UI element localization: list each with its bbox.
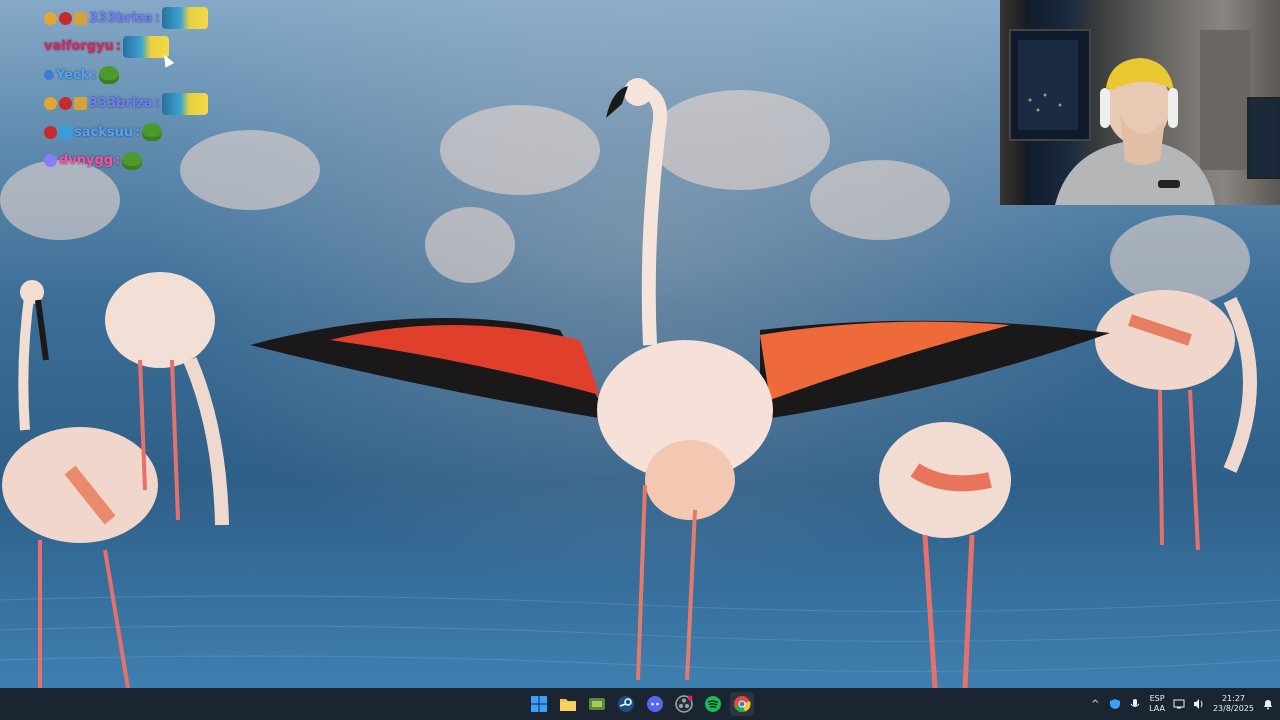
discord-icon bbox=[647, 696, 663, 712]
clock-date: 23/8/2025 bbox=[1212, 704, 1254, 713]
file-explorer-button[interactable] bbox=[556, 692, 580, 716]
chat-message: 333briza: bbox=[44, 4, 244, 33]
frog-emote-icon bbox=[122, 151, 143, 170]
chat-separator: : bbox=[91, 67, 97, 83]
obs-button[interactable] bbox=[672, 692, 696, 716]
spotify-button[interactable] bbox=[701, 692, 725, 716]
frog-emote-icon bbox=[98, 66, 119, 85]
badge-icon bbox=[74, 11, 87, 25]
chat-message: sacksuu: bbox=[44, 118, 244, 147]
folder-icon bbox=[560, 699, 576, 711]
chat-separator: : bbox=[154, 96, 160, 112]
badge-icon bbox=[44, 125, 57, 139]
badge-icon bbox=[59, 125, 72, 139]
discord-button[interactable] bbox=[643, 692, 667, 716]
chat-username: 333briza bbox=[89, 10, 153, 26]
chat-username: sacksuu bbox=[74, 124, 134, 140]
badge-icon bbox=[59, 11, 72, 25]
frog-emote-icon bbox=[142, 123, 163, 142]
spotify-icon bbox=[705, 696, 721, 712]
network-icon[interactable] bbox=[1173, 698, 1185, 710]
obs-icon bbox=[675, 695, 693, 713]
chrome-button[interactable] bbox=[730, 692, 754, 716]
chat-separator: : bbox=[115, 153, 121, 169]
start-button[interactable] bbox=[527, 692, 551, 716]
show-hidden-icons-chevron-icon[interactable]: ^ bbox=[1089, 698, 1101, 710]
app-icon bbox=[589, 698, 605, 710]
chrome-icon bbox=[734, 696, 751, 713]
volume-icon[interactable] bbox=[1193, 698, 1205, 710]
emote-icon bbox=[161, 92, 208, 115]
badge-icon bbox=[44, 154, 57, 168]
language-line2: LAA bbox=[1149, 704, 1165, 713]
chat-username: valforgyu bbox=[44, 39, 114, 55]
badge-icon bbox=[44, 11, 57, 25]
chat-username: dvnygg bbox=[59, 153, 114, 169]
system-tray: ^ ESP LAA 21:27 23/8/2025 bbox=[1089, 688, 1274, 720]
chat-message: 333briza: bbox=[44, 90, 244, 119]
emote-icon bbox=[161, 7, 208, 30]
microphone-icon[interactable] bbox=[1129, 698, 1141, 710]
windows-start-icon bbox=[531, 696, 547, 712]
language-indicator[interactable]: ESP LAA bbox=[1149, 694, 1165, 714]
chat-overlay: 333briza: valforgyu: Yeck: 333briza: sac… bbox=[44, 4, 244, 175]
chat-message: Yeck: bbox=[44, 61, 244, 90]
notifications-icon[interactable] bbox=[1262, 698, 1274, 710]
steam-icon bbox=[618, 696, 634, 712]
chat-message: valforgyu: bbox=[44, 33, 244, 62]
chat-separator: : bbox=[115, 39, 121, 55]
chat-separator: : bbox=[135, 124, 141, 140]
taskbar: ^ ESP LAA 21:27 23/8/2025 bbox=[0, 688, 1280, 720]
chat-username: 333briza bbox=[89, 96, 153, 112]
app-button[interactable] bbox=[585, 692, 609, 716]
badge-icon bbox=[59, 97, 72, 111]
chat-message: dvnygg: bbox=[44, 147, 244, 176]
badge-icon bbox=[44, 97, 57, 111]
chat-separator: : bbox=[154, 10, 160, 26]
webcam-overlay bbox=[1000, 0, 1280, 205]
streamer-webcam-image bbox=[1009, 29, 1280, 205]
security-shield-icon[interactable] bbox=[1109, 698, 1121, 710]
chat-username: Yeck bbox=[56, 67, 90, 83]
clock-time: 21:27 bbox=[1221, 694, 1246, 703]
taskbar-clock[interactable]: 21:27 23/8/2025 bbox=[1213, 694, 1254, 714]
taskbar-apps bbox=[527, 692, 754, 716]
badge-icon bbox=[74, 97, 87, 111]
language-line1: ESP bbox=[1149, 694, 1165, 703]
badge-icon bbox=[44, 70, 54, 81]
steam-button[interactable] bbox=[614, 692, 638, 716]
